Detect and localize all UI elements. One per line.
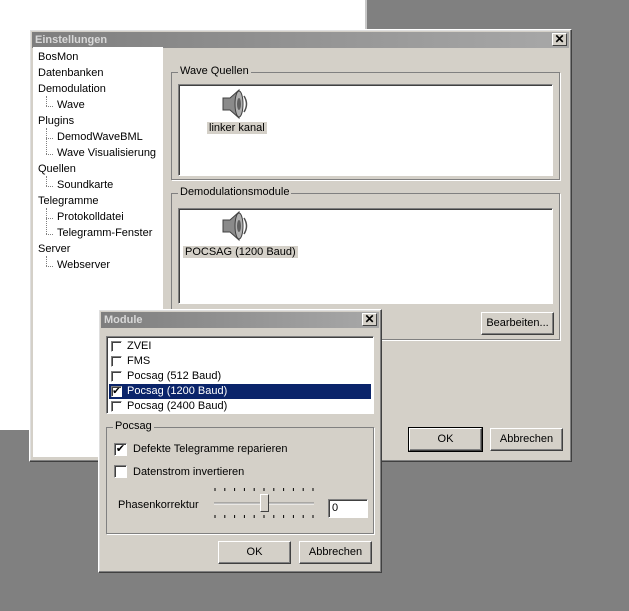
phase-value: 0 xyxy=(332,502,339,514)
tree-item[interactable]: Telegramme xyxy=(38,195,99,207)
module-label: Pocsag (1200 Baud) xyxy=(127,385,228,397)
tree-item[interactable]: Plugins xyxy=(38,115,74,127)
tree-connector xyxy=(46,128,47,154)
module-list[interactable]: ZVEI FMS Pocsag (512 Baud) ✔ Pocsag (1200 Ba… xyxy=(106,336,374,414)
pocsag-group: Pocsag ✔ Defekte Telegramme reparieren D… xyxy=(106,420,374,534)
module-list-item[interactable]: Pocsag (512 Baud) xyxy=(109,369,371,384)
module-list-item[interactable]: ZVEI xyxy=(109,339,371,354)
tree-connector xyxy=(46,138,53,139)
background-window-edge xyxy=(365,0,367,30)
tree-item[interactable]: Datenbanken xyxy=(38,67,103,79)
module-list-item[interactable]: FMS xyxy=(109,354,371,369)
tree-connector xyxy=(46,106,53,107)
pocsag-group-label: Pocsag xyxy=(113,420,154,432)
tree-item[interactable]: Wave Visualisierung xyxy=(57,147,156,159)
module-ok-button[interactable]: OK xyxy=(218,541,291,564)
module-label: ZVEI xyxy=(127,340,152,352)
demod-modules-label: Demodulationsmodule xyxy=(178,186,292,198)
wave-sources-group: Wave Quellen linker kanal xyxy=(171,65,560,180)
phase-value-field[interactable]: 0 xyxy=(328,499,368,518)
tree-connector xyxy=(46,96,47,106)
phase-slider-thumb[interactable] xyxy=(260,494,269,512)
module-checkbox[interactable] xyxy=(111,401,122,412)
module-title: Module xyxy=(104,314,143,326)
tree-connector xyxy=(46,266,53,267)
tree-item[interactable]: Webserver xyxy=(57,259,110,271)
settings-titlebar[interactable]: Einstellungen ✕ xyxy=(32,32,569,48)
tree-item[interactable]: BosMon xyxy=(38,51,78,63)
tree-item[interactable]: Telegramm-Fenster xyxy=(57,227,152,239)
module-label: Pocsag (2400 Baud) xyxy=(127,400,228,412)
module-list-item[interactable]: Pocsag (2400 Baud) xyxy=(109,399,371,414)
settings-close-button[interactable]: ✕ xyxy=(552,33,567,46)
wave-sources-label: Wave Quellen xyxy=(178,65,251,77)
tree-item[interactable]: DemodWaveBML xyxy=(57,131,143,143)
tree-item[interactable]: Server xyxy=(38,243,70,255)
module-checkbox[interactable] xyxy=(111,341,122,352)
tree-connector xyxy=(46,186,53,187)
tree-connector xyxy=(46,154,53,155)
tree-connector xyxy=(46,218,53,219)
tree-item[interactable]: Soundkarte xyxy=(57,179,113,191)
settings-ok-button[interactable]: OK xyxy=(408,427,483,452)
module-list-item[interactable]: ✔ Pocsag (1200 Baud) xyxy=(109,384,371,399)
phase-label: Phasenkorrektur xyxy=(118,499,199,511)
module-label: FMS xyxy=(127,355,151,367)
edit-modules-button[interactable]: Bearbeiten... xyxy=(481,312,554,335)
tree-item[interactable]: Protokolldatei xyxy=(57,211,124,223)
invert-label[interactable]: Datenstrom invertieren xyxy=(133,466,244,478)
tree-connector xyxy=(46,208,47,234)
module-close-button[interactable]: ✕ xyxy=(362,313,377,326)
settings-cancel-button[interactable]: Abbrechen xyxy=(490,428,563,451)
tree-connector xyxy=(46,234,53,235)
settings-title: Einstellungen xyxy=(35,34,108,46)
tree-item[interactable]: Quellen xyxy=(38,163,76,175)
tree-item[interactable]: Wave xyxy=(57,99,85,111)
wave-sources-list[interactable]: linker kanal xyxy=(178,84,553,176)
module-label: Pocsag (512 Baud) xyxy=(127,370,222,382)
tree-connector xyxy=(46,176,47,186)
invert-checkbox[interactable] xyxy=(114,465,127,478)
demod-modules-list[interactable]: POCSAG (1200 Baud) xyxy=(178,208,553,304)
module-titlebar[interactable]: Module ✕ xyxy=(101,312,379,328)
demod-module-label[interactable]: POCSAG (1200 Baud) xyxy=(183,246,298,258)
repair-checkbox[interactable]: ✔ xyxy=(114,443,127,456)
wave-source-label[interactable]: linker kanal xyxy=(207,122,267,134)
module-checkbox[interactable]: ✔ xyxy=(111,386,122,397)
module-checkbox[interactable] xyxy=(111,371,122,382)
speaker-icon[interactable] xyxy=(219,209,253,243)
phase-slider[interactable] xyxy=(211,486,317,520)
module-cancel-button[interactable]: Abbrechen xyxy=(299,541,372,564)
module-checkbox[interactable] xyxy=(111,356,122,367)
speaker-icon[interactable] xyxy=(219,87,253,121)
tree-connector xyxy=(46,256,47,266)
repair-label[interactable]: Defekte Telegramme reparieren xyxy=(133,443,287,455)
module-dialog: Module ✕ ZVEI FMS Pocsag (512 Baud) ✔ Pocsag… xyxy=(98,309,382,573)
tree-item[interactable]: Demodulation xyxy=(38,83,106,95)
